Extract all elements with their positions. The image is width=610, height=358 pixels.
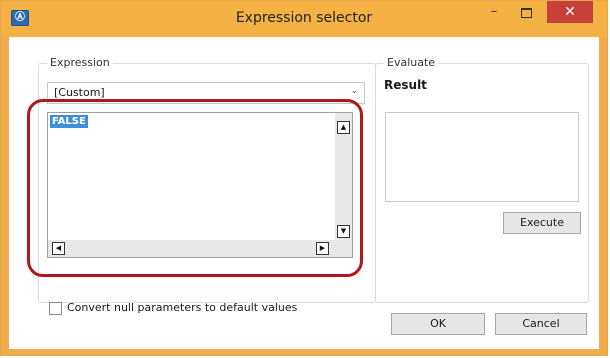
chevron-down-icon[interactable]: ⌄ <box>350 86 358 96</box>
maximize-icon <box>520 8 532 18</box>
convert-null-label[interactable]: Convert null parameters to default value… <box>67 301 297 314</box>
maximize-button[interactable] <box>511 1 541 23</box>
evaluate-group-title: Evaluate <box>384 56 439 69</box>
close-button[interactable]: ✕ <box>547 1 593 23</box>
execute-button[interactable]: Execute <box>503 212 581 234</box>
highlight-outline <box>27 99 363 277</box>
result-label: Result <box>384 78 427 92</box>
expression-group-title: Expression <box>47 56 113 69</box>
minimize-button[interactable]: – <box>479 1 509 23</box>
ok-button[interactable]: OK <box>391 313 485 335</box>
dialog-body: Expression [Custom] ⌄ FALSE ▲ ▼ ◀ ▶ Conv… <box>9 37 599 349</box>
result-output <box>385 112 579 202</box>
evaluate-group: Evaluate Result Execute <box>375 56 589 303</box>
expression-selector-window: Ⓐ Expression selector – ✕ Expression [Cu… <box>0 0 608 356</box>
cancel-button[interactable]: Cancel <box>495 313 587 335</box>
expression-combo-value: [Custom] <box>54 86 105 99</box>
title-bar[interactable]: Ⓐ Expression selector – ✕ <box>1 1 607 37</box>
convert-null-checkbox[interactable] <box>49 302 62 315</box>
